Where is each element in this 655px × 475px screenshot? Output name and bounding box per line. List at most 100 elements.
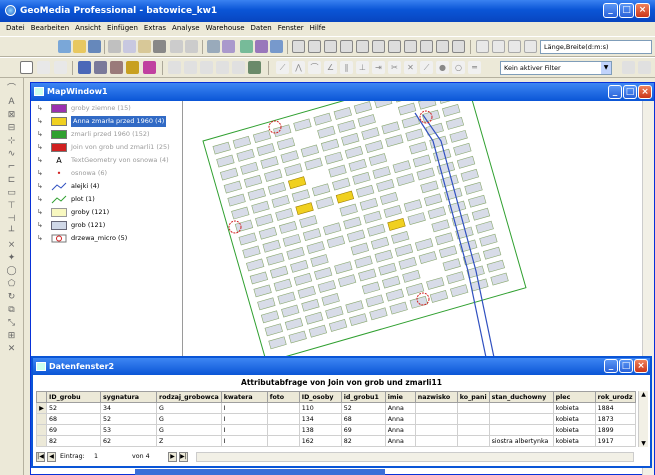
menu-extras[interactable]: Extras	[144, 22, 166, 35]
column-header[interactable]: ID_grobu	[46, 391, 101, 403]
join-tool-icon[interactable]: ⊤	[6, 201, 17, 212]
copy-tool-icon[interactable]: ⧉	[6, 305, 17, 316]
circle-icon[interactable]: ●	[436, 61, 449, 74]
table-row[interactable]: 68 52 G I 134 68 Anna kobieta 1873	[36, 413, 636, 425]
bearing-tool-icon[interactable]	[508, 40, 521, 53]
polygon-tool-icon[interactable]: ⬠	[6, 279, 17, 290]
filter-select[interactable]: Kein aktiver Filter ▼	[500, 61, 612, 75]
snap-icon[interactable]	[436, 40, 449, 53]
minimize-button[interactable]: _	[603, 3, 618, 18]
table-cell[interactable]: 69	[46, 424, 101, 436]
distance-tool-icon[interactable]	[492, 40, 505, 53]
table-row[interactable]: 69 53 G I 138 69 Anna kobieta 1899	[36, 424, 636, 436]
label-tool-icon[interactable]: ⊠	[6, 110, 17, 121]
column-header[interactable]: ko_pani	[456, 391, 490, 403]
table-cell[interactable]: 69	[340, 424, 386, 436]
menu-ansicht[interactable]: Ansicht	[75, 22, 101, 35]
table-cell[interactable]	[488, 424, 554, 436]
coordinate-format-select[interactable]: Länge,Breite(d:m:s)	[540, 40, 652, 54]
arc-icon[interactable]: ⌒	[308, 61, 321, 74]
help-tool-icon[interactable]	[524, 40, 537, 53]
curve-tool-icon[interactable]: ∿	[6, 149, 17, 160]
data-close-button[interactable]: ×	[634, 359, 648, 373]
column-header[interactable]: sygnatura	[100, 391, 157, 403]
cross-tool-icon[interactable]: ⨯	[6, 240, 17, 251]
delete-feature-icon[interactable]	[216, 61, 229, 74]
table-cell[interactable]	[266, 424, 300, 436]
coord-tool-icon[interactable]	[476, 40, 489, 53]
refresh-icon[interactable]	[340, 40, 353, 53]
menu-fenster[interactable]: Fenster	[278, 22, 304, 35]
table-cell[interactable]: 52	[100, 413, 157, 425]
measure-icon[interactable]	[372, 40, 385, 53]
table-cell[interactable]	[414, 402, 458, 414]
table-cell[interactable]	[266, 413, 300, 425]
select-area-icon[interactable]	[37, 61, 50, 74]
next-record-icon[interactable]: ▶	[168, 452, 177, 462]
table-cell[interactable]	[414, 413, 458, 425]
extend-icon[interactable]: ⇥	[372, 61, 385, 74]
new-icon[interactable]	[58, 40, 71, 53]
undo-icon[interactable]	[170, 40, 183, 53]
grid-icon[interactable]	[420, 40, 433, 53]
table-cell[interactable]: 52	[340, 402, 386, 414]
table-cell[interactable]	[266, 435, 300, 447]
previous-record-icon[interactable]: ◀	[47, 452, 56, 462]
corner-tool-icon[interactable]: ⌐	[6, 162, 17, 173]
map-close-button[interactable]: ×	[638, 85, 652, 99]
table-cell[interactable]: I	[220, 413, 268, 425]
insert-label-icon[interactable]	[110, 61, 123, 74]
diagonal-icon[interactable]: ⟋	[420, 61, 433, 74]
table-cell[interactable]: 110	[298, 402, 342, 414]
table-cell[interactable]: siostra albertynka	[488, 435, 554, 447]
node-tool-icon[interactable]: ✦	[6, 253, 17, 264]
table-cell[interactable]	[266, 402, 300, 414]
redo-icon[interactable]	[185, 40, 198, 53]
table-cell[interactable]: G	[156, 402, 222, 414]
equal-icon[interactable]: ═	[468, 61, 481, 74]
zoom-area-icon[interactable]	[308, 40, 321, 53]
fit-all-icon[interactable]	[270, 40, 283, 53]
table-cell[interactable]: 34	[100, 402, 157, 414]
table-cell[interactable]: 68	[46, 413, 101, 425]
first-record-icon[interactable]: |◀	[36, 452, 45, 462]
record-input[interactable]: 1	[94, 451, 124, 463]
table-cell[interactable]	[488, 413, 554, 425]
table-cell[interactable]: 1917	[594, 435, 636, 447]
column-header[interactable]: plec	[552, 391, 596, 403]
insert-text-icon[interactable]	[94, 61, 107, 74]
data-maximize-button[interactable]: □	[619, 359, 633, 373]
zoom-out-icon[interactable]	[255, 40, 268, 53]
rotate-icon[interactable]	[356, 40, 369, 53]
table-horizontal-scrollbar[interactable]	[196, 452, 634, 462]
table-cell[interactable]: 162	[298, 435, 342, 447]
scroll-up-icon[interactable]: ▲	[639, 391, 648, 398]
table-cell[interactable]	[456, 424, 490, 436]
close-button[interactable]: ×	[635, 3, 650, 18]
rectangle-tool-icon[interactable]: ▭	[6, 188, 17, 199]
table-cell[interactable]	[456, 413, 490, 425]
style-icon[interactable]	[143, 61, 156, 74]
insert-image-icon[interactable]	[126, 61, 139, 74]
table-cell[interactable]: I	[220, 402, 268, 414]
copy-feature-icon[interactable]	[200, 61, 213, 74]
column-header[interactable]: stan_duchowny	[488, 391, 554, 403]
layers-icon[interactable]	[404, 40, 417, 53]
zoom-previous-icon[interactable]	[324, 40, 337, 53]
scale-tool-icon[interactable]: ⤡	[6, 318, 17, 329]
table-cell[interactable]: 52	[46, 402, 101, 414]
table-cell[interactable]: Anna	[384, 402, 416, 414]
table-cell[interactable]: 53	[100, 424, 157, 436]
move-icon[interactable]	[184, 61, 197, 74]
break-tool-icon[interactable]: ┴	[6, 227, 17, 238]
merge-icon[interactable]	[248, 61, 261, 74]
table-cell[interactable]	[488, 402, 554, 414]
table-cell[interactable]: kobieta	[552, 413, 596, 425]
table-cell[interactable]: I	[220, 435, 268, 447]
paste-icon[interactable]	[138, 40, 151, 53]
text-tool-icon[interactable]: A	[6, 97, 17, 108]
table-cell[interactable]: Anna	[384, 424, 416, 436]
table-cell[interactable]: I	[220, 424, 268, 436]
circle-tool-icon[interactable]: ◯	[6, 266, 17, 277]
column-header[interactable]: nazwisko	[414, 391, 458, 403]
